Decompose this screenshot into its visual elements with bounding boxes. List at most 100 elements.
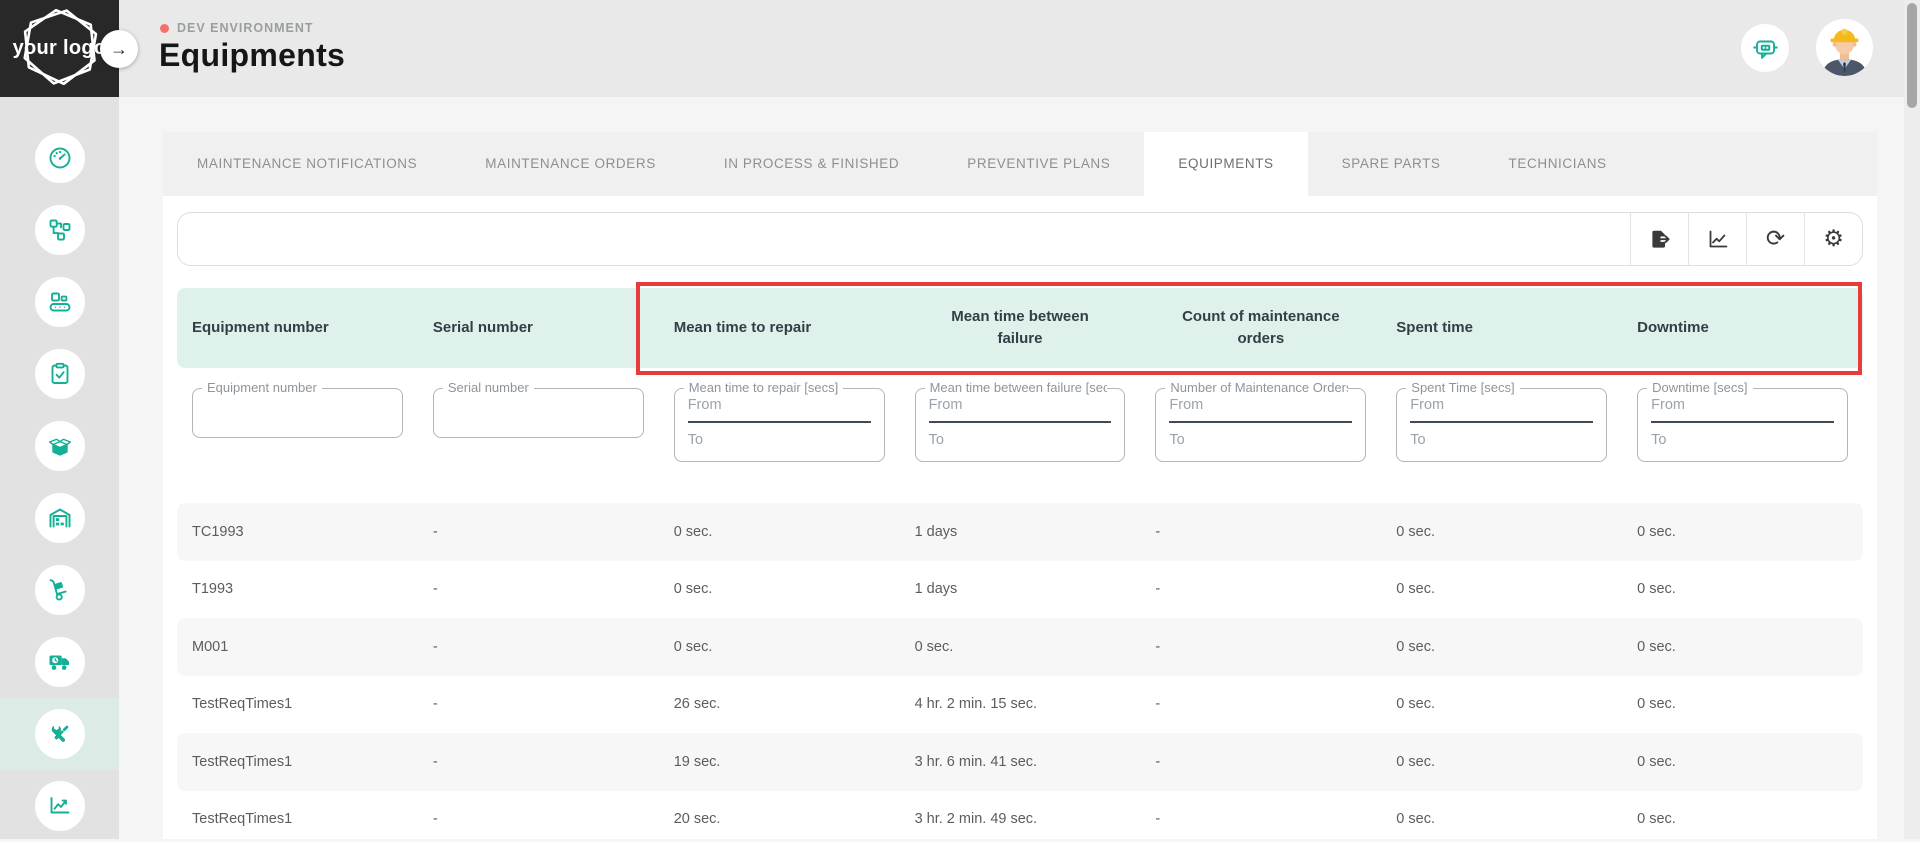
table-cell: -	[418, 696, 659, 712]
spent-time-to-input[interactable]	[1410, 432, 1593, 448]
column-header-downtime[interactable]: Downtime	[1622, 317, 1863, 339]
refresh-icon: ⟳	[1766, 228, 1785, 251]
table-cell: 0 sec.	[1622, 811, 1863, 827]
column-header-mean-time-to-repair[interactable]: Mean time to repair	[659, 317, 900, 339]
table-cell: 1 days	[900, 581, 1141, 597]
serial-number-filter: Serial number	[433, 388, 644, 438]
chatbot-button[interactable]	[1741, 24, 1789, 72]
environment-label: DEV ENVIRONMENT	[177, 21, 314, 35]
sidebar-item-delivery-truck[interactable]	[0, 626, 119, 698]
sidebar-item-work-orders[interactable]	[0, 338, 119, 410]
sidebar-item-hierarchy[interactable]	[0, 194, 119, 266]
mean-time-to-repair-from-input[interactable]	[688, 397, 871, 423]
mean-time-to-repair-to-input[interactable]	[688, 432, 871, 448]
hierarchy-icon	[35, 205, 85, 255]
filter-label: Mean time between failure [secs]	[925, 380, 1108, 395]
page-scrollbar[interactable]	[1904, 0, 1920, 839]
sidebar-collapse-button[interactable]: →	[100, 30, 138, 68]
table-cell: TestReqTimes1	[177, 811, 418, 827]
table-cell: 0 sec.	[1381, 524, 1622, 540]
tab-technicians[interactable]: TECHNICIANS	[1475, 132, 1641, 196]
mean-time-to-repair-filter: Mean time to repair [secs]	[674, 388, 885, 462]
export-icon	[1649, 228, 1671, 250]
sidebar: your logo	[0, 0, 119, 839]
top-header: DEV ENVIRONMENT Equipments	[119, 0, 1904, 97]
table-row[interactable]: T1993-0 sec.1 days-0 sec.0 sec.	[177, 561, 1863, 619]
table-cell: -	[1140, 754, 1381, 770]
table-cell: -	[418, 524, 659, 540]
tab-maintenance-notifications[interactable]: MAINTENANCE NOTIFICATIONS	[163, 132, 451, 196]
column-header-serial-number[interactable]: Serial number	[418, 317, 659, 339]
chart-view-button[interactable]	[1688, 213, 1746, 265]
serial-number-filter-input[interactable]	[434, 389, 643, 437]
table-row[interactable]: TestReqTimes1-20 sec.3 hr. 2 min. 49 sec…	[177, 791, 1863, 840]
table-cell: T1993	[177, 581, 418, 597]
equipments-card: MAINTENANCE NOTIFICATIONS MAINTENANCE OR…	[163, 132, 1877, 839]
table-cell: 0 sec.	[1381, 581, 1622, 597]
table-cell: 3 hr. 6 min. 41 sec.	[900, 754, 1141, 770]
sidebar-item-production-line[interactable]	[0, 266, 119, 338]
sidebar-item-dashboard[interactable]	[0, 122, 119, 194]
filter-label: Serial number	[443, 380, 534, 395]
page-title: Equipments	[159, 37, 345, 74]
production-line-icon	[35, 277, 85, 327]
table-cell: -	[1140, 639, 1381, 655]
sidebar-item-analytics[interactable]	[0, 770, 119, 842]
tab-in-process-finished[interactable]: IN PROCESS & FINISHED	[690, 132, 933, 196]
downtime-from-input[interactable]	[1651, 397, 1834, 423]
dashboard-icon	[35, 133, 85, 183]
sidebar-item-spare-parts[interactable]	[0, 410, 119, 482]
tab-maintenance-orders[interactable]: MAINTENANCE ORDERS	[451, 132, 690, 196]
worker-avatar-icon	[1816, 19, 1873, 76]
export-button[interactable]	[1630, 213, 1688, 265]
table-cell: TestReqTimes1	[177, 696, 418, 712]
table-row[interactable]: TC1993-0 sec.1 days-0 sec.0 sec.	[177, 503, 1863, 561]
delivery-truck-icon	[35, 637, 85, 687]
scrollbar-thumb[interactable]	[1907, 3, 1917, 108]
downtime-filter: Downtime [secs]	[1637, 388, 1848, 462]
table-cell: 0 sec.	[1622, 524, 1863, 540]
column-header-mean-time-between-failure[interactable]: Mean time between failure	[900, 306, 1141, 350]
arrow-right-icon: →	[110, 39, 128, 60]
table-cell: -	[1140, 581, 1381, 597]
table-cell: -	[418, 811, 659, 827]
table-cell: -	[1140, 696, 1381, 712]
number-of-maintenance-orders-from-input[interactable]	[1169, 397, 1352, 423]
table-cell: -	[418, 639, 659, 655]
sidebar-item-hand-truck[interactable]	[0, 554, 119, 626]
table-cell: 0 sec.	[1381, 811, 1622, 827]
column-header-count-of-maintenance-orders[interactable]: Count of maintenance orders	[1140, 306, 1381, 350]
page-content: MAINTENANCE NOTIFICATIONS MAINTENANCE OR…	[119, 97, 1904, 839]
filter-label: Number of Maintenance Orders	[1165, 380, 1348, 395]
table-cell: TC1993	[177, 524, 418, 540]
equipment-number-filter-input[interactable]	[193, 389, 402, 437]
sidebar-item-maintenance[interactable]	[0, 698, 119, 770]
column-header-equipment-number[interactable]: Equipment number	[177, 317, 418, 339]
mean-time-between-failure-to-input[interactable]	[929, 432, 1112, 448]
table-row[interactable]: TestReqTimes1-26 sec.4 hr. 2 min. 15 sec…	[177, 676, 1863, 734]
table-cell: -	[1140, 524, 1381, 540]
table-cell: 0 sec.	[1381, 639, 1622, 655]
downtime-to-input[interactable]	[1651, 432, 1834, 448]
spent-time-from-input[interactable]	[1410, 397, 1593, 423]
table-cell: 0 sec.	[1381, 754, 1622, 770]
table-row[interactable]: TestReqTimes1-19 sec.3 hr. 6 min. 41 sec…	[177, 733, 1863, 791]
number-of-maintenance-orders-to-input[interactable]	[1169, 432, 1352, 448]
column-header-spent-time[interactable]: Spent time	[1381, 317, 1622, 339]
table-body: TC1993-0 sec.1 days-0 sec.0 sec.T1993-0 …	[177, 503, 1863, 839]
table-row[interactable]: M001-0 sec.0 sec.-0 sec.0 sec.	[177, 618, 1863, 676]
settings-icon: ⚙	[1823, 228, 1844, 251]
mean-time-between-failure-from-input[interactable]	[929, 397, 1112, 423]
tab-equipments[interactable]: EQUIPMENTS	[1144, 132, 1307, 196]
settings-button[interactable]: ⚙	[1804, 213, 1862, 265]
filter-label: Spent Time [secs]	[1406, 380, 1519, 395]
sidebar-item-warehouse[interactable]	[0, 482, 119, 554]
maintenance-tools-icon	[35, 709, 85, 759]
table-cell: 0 sec.	[1622, 639, 1863, 655]
table-cell: -	[418, 754, 659, 770]
table-cell: 0 sec.	[659, 581, 900, 597]
tab-spare-parts[interactable]: SPARE PARTS	[1308, 132, 1475, 196]
refresh-button[interactable]: ⟳	[1746, 213, 1804, 265]
user-avatar[interactable]	[1816, 19, 1873, 76]
tab-preventive-plans[interactable]: PREVENTIVE PLANS	[933, 132, 1144, 196]
